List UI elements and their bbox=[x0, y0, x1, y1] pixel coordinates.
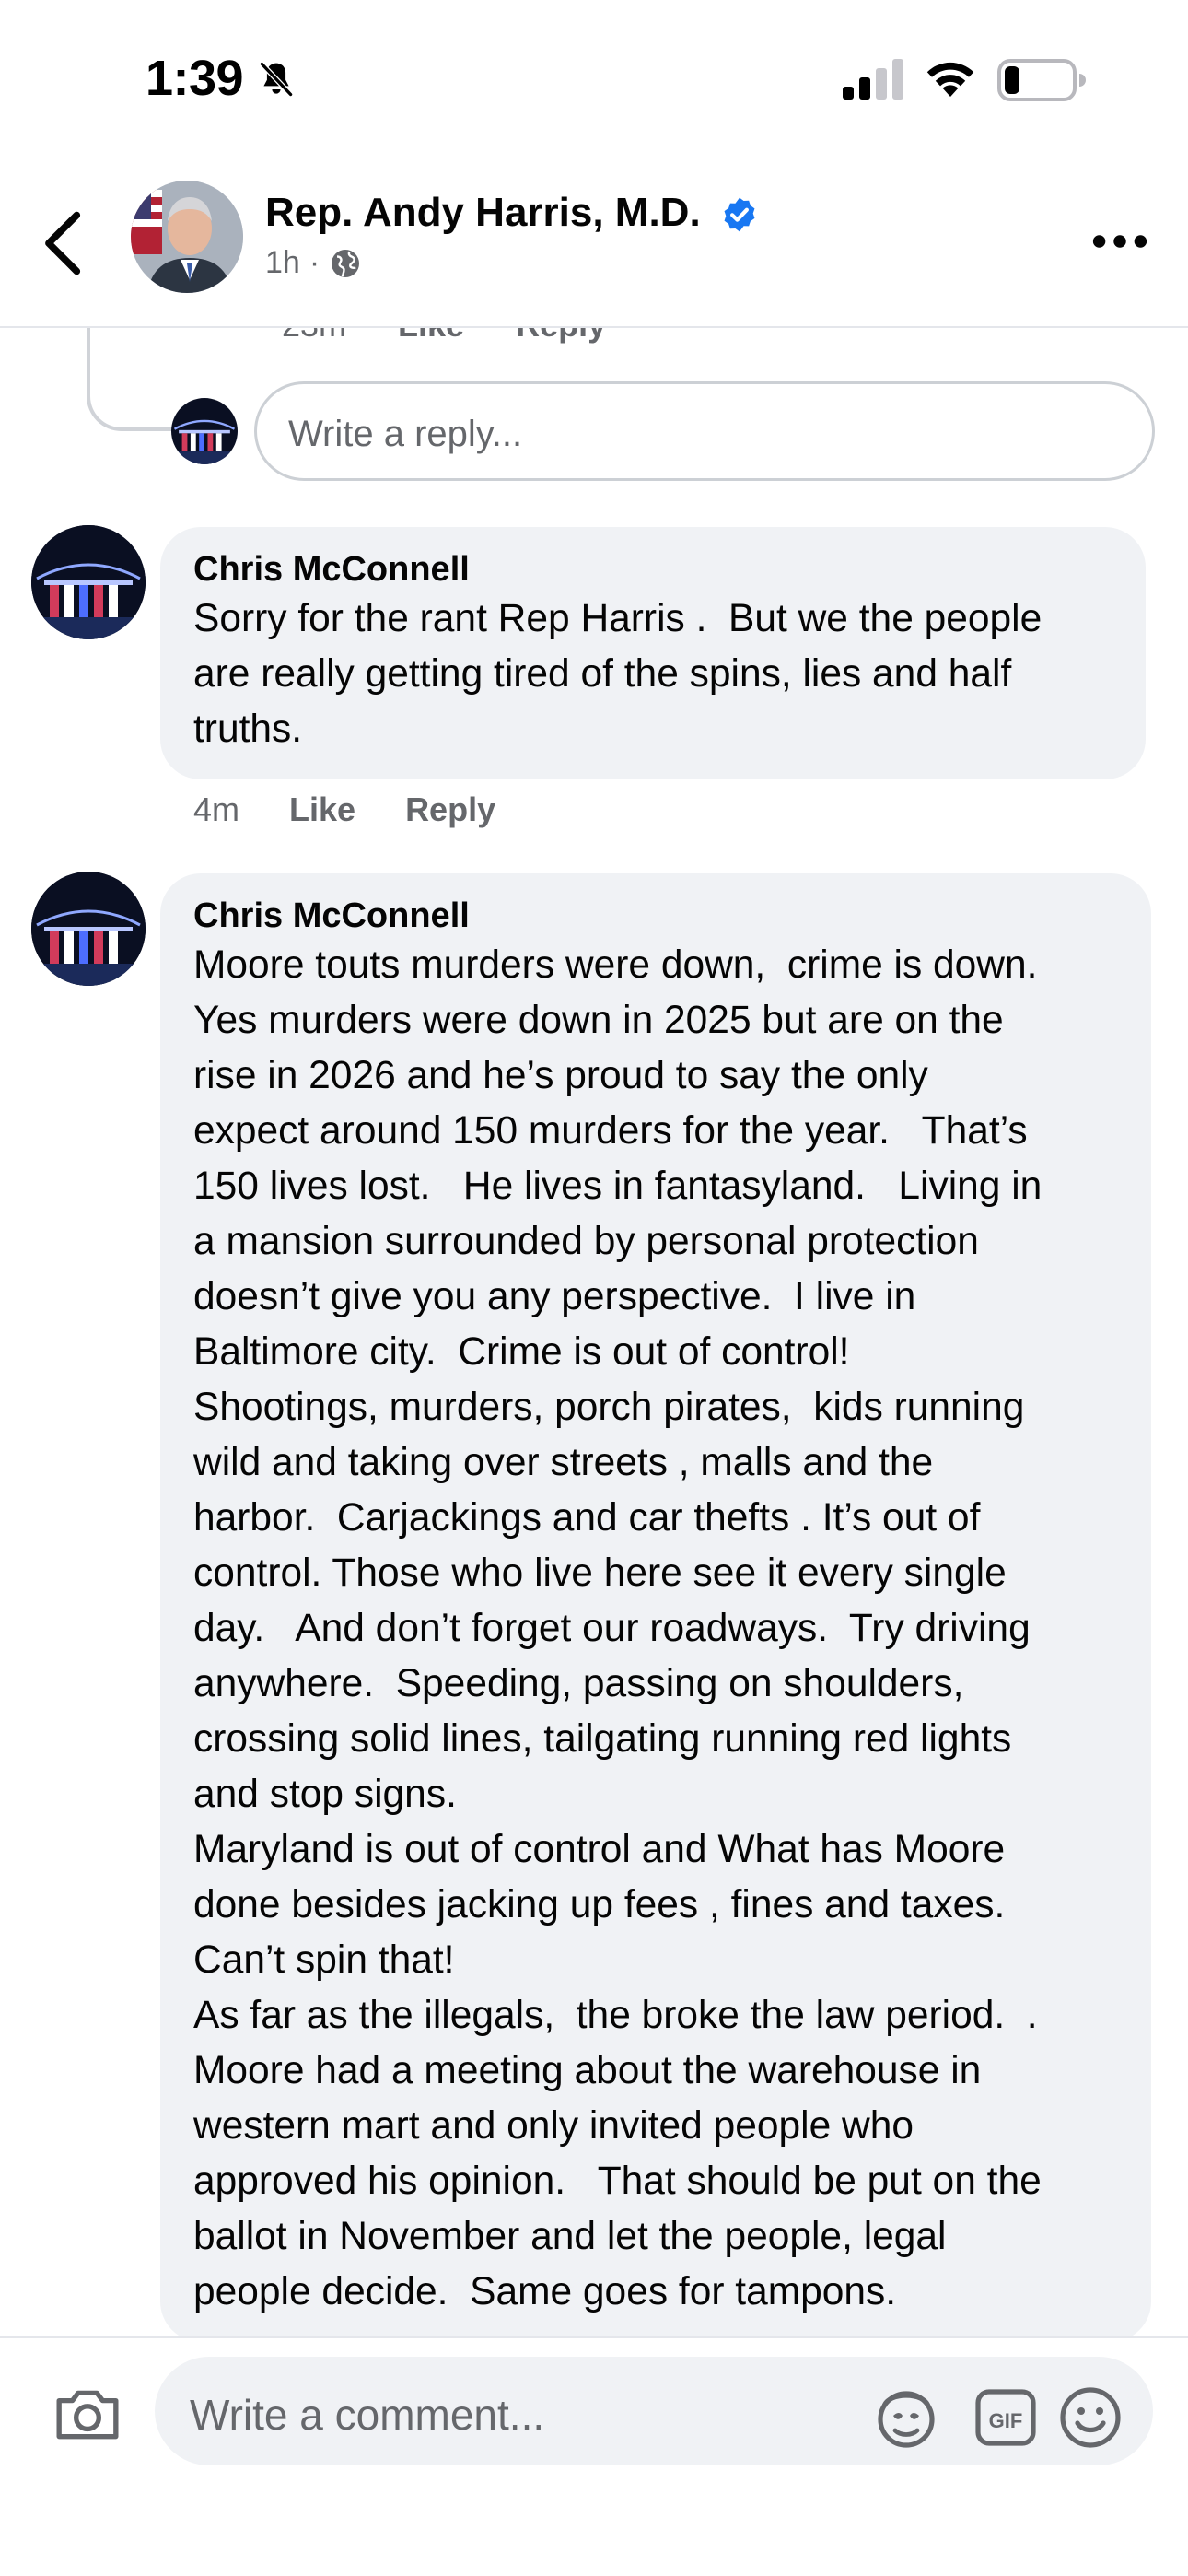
post-meta: 1h · bbox=[265, 245, 362, 281]
commenter-avatar[interactable] bbox=[31, 525, 146, 639]
bridge-lights-image bbox=[31, 525, 146, 639]
comment-text: Moore touts murders were down, crime is … bbox=[193, 943, 1042, 2313]
portrait-image bbox=[131, 181, 243, 293]
commenter-name[interactable]: Chris McConnell bbox=[193, 894, 1118, 938]
comment-time: 4m bbox=[193, 790, 240, 828]
comment-text: Sorry for the rant Rep Harris . But we t… bbox=[193, 597, 1042, 751]
author-avatar[interactable] bbox=[131, 181, 243, 293]
like-button[interactable]: Like bbox=[289, 790, 355, 829]
comment-actions: 4m Like Reply bbox=[193, 790, 495, 829]
commenter-avatar[interactable] bbox=[31, 872, 146, 986]
commenter-name[interactable]: Chris McConnell bbox=[193, 547, 1112, 591]
wifi-icon bbox=[926, 62, 974, 97]
status-bar: 1:39 bbox=[0, 0, 1188, 157]
avatar-sticker-icon[interactable] bbox=[873, 2384, 939, 2451]
author-name[interactable]: Rep. Andy Harris, M.D. bbox=[265, 190, 701, 236]
meta-separator: · bbox=[309, 245, 320, 280]
comment-bubble[interactable]: Chris McConnell Sorry for the rant Rep H… bbox=[160, 527, 1146, 779]
svg-text:GIF: GIF bbox=[989, 2409, 1023, 2432]
facebook-post-comments-screen: 1:39 Rep. Andy Harris, M.D. 1h · Write a… bbox=[0, 0, 1188, 2576]
status-time: 1:39 bbox=[146, 51, 244, 106]
bell-off-icon bbox=[260, 62, 293, 97]
globe-icon bbox=[332, 249, 360, 277]
thread-connector-line bbox=[87, 328, 179, 431]
current-user-avatar bbox=[171, 398, 238, 464]
battery-icon bbox=[997, 59, 1086, 101]
camera-icon[interactable] bbox=[53, 2384, 122, 2443]
comment-composer: Write a comment... GIF bbox=[0, 2336, 1188, 2576]
back-arrow-icon[interactable] bbox=[37, 208, 92, 278]
post-header: Rep. Andy Harris, M.D. 1h · bbox=[0, 157, 1188, 328]
emoji-icon[interactable] bbox=[1057, 2384, 1124, 2451]
gif-icon[interactable]: GIF bbox=[973, 2384, 1039, 2451]
comment-bubble[interactable]: Chris McConnell Moore touts murders were… bbox=[160, 873, 1151, 2342]
post-time: 1h bbox=[265, 245, 300, 280]
reply-button[interactable]: Reply bbox=[405, 790, 495, 829]
bridge-lights-image bbox=[31, 872, 146, 986]
more-options-icon[interactable] bbox=[1090, 225, 1149, 258]
bridge-lights-image bbox=[171, 398, 238, 464]
cellular-signal-icon bbox=[843, 59, 903, 100]
reply-input[interactable]: Write a reply... bbox=[254, 381, 1155, 481]
comment-placeholder: Write a comment... bbox=[190, 2391, 545, 2439]
verified-badge-icon bbox=[724, 197, 755, 232]
comment-input[interactable]: Write a comment... GIF bbox=[155, 2357, 1153, 2465]
reply-placeholder: Write a reply... bbox=[288, 414, 523, 454]
